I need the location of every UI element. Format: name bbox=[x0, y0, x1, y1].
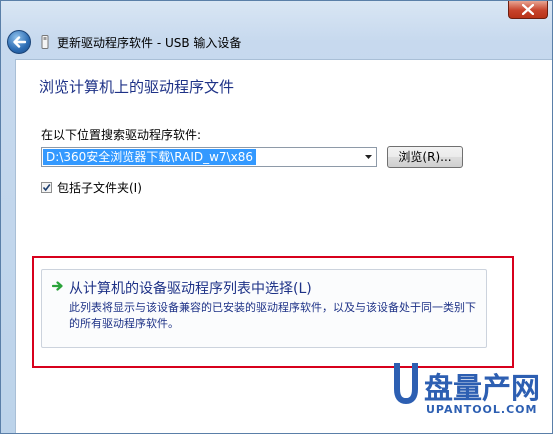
option-title[interactable]: 从计算机的设备驱动程序列表中选择(L) bbox=[69, 278, 312, 298]
chevron-down-icon[interactable] bbox=[365, 155, 372, 159]
watermark-logo: 盘量产网 UPANTOOL.COM bbox=[390, 359, 550, 429]
title-bar: 更新驱动程序软件 - USB 输入设备 bbox=[7, 29, 502, 55]
path-input-value[interactable]: D:\360安全浏览器下载\RAID_w7\x86 bbox=[43, 149, 256, 165]
include-subfolders-label: 包括子文件夹(I) bbox=[57, 181, 142, 195]
include-subfolders-checkbox[interactable] bbox=[41, 182, 52, 193]
green-arrow-icon bbox=[52, 281, 63, 291]
window-title: 更新驱动程序软件 - USB 输入设备 bbox=[57, 35, 242, 50]
close-button[interactable] bbox=[508, 1, 548, 19]
back-button[interactable] bbox=[7, 30, 31, 54]
watermark-brand-en: UPANTOOL.COM bbox=[426, 403, 538, 416]
close-icon bbox=[522, 4, 534, 15]
back-arrow-icon bbox=[13, 36, 26, 48]
usb-device-icon bbox=[41, 35, 51, 50]
pick-from-list-option[interactable]: 从计算机的设备驱动程序列表中选择(L) 此列表将显示与该设备兼容的已安装的驱动程… bbox=[41, 269, 487, 348]
dialog-window: 更新驱动程序软件 - USB 输入设备 浏览计算机上的驱动程序文件 在以下位置搜… bbox=[0, 0, 553, 434]
u-logo-icon bbox=[394, 363, 418, 405]
path-combobox[interactable]: D:\360安全浏览器下载\RAID_w7\x86 bbox=[41, 147, 377, 167]
checkmark-icon bbox=[42, 184, 51, 192]
browse-button[interactable]: 浏览(R)... bbox=[387, 146, 463, 168]
page-heading: 浏览计算机上的驱动程序文件 bbox=[39, 78, 235, 96]
include-subfolders-option[interactable]: 包括子文件夹(I) bbox=[41, 179, 142, 196]
search-location-label: 在以下位置搜索驱动程序软件: bbox=[41, 128, 202, 142]
option-description: 此列表将显示与该设备兼容的已安装的驱动程序软件，以及与该设备处于同一类别下的所有… bbox=[69, 301, 476, 330]
watermark-brand-cn: 盘量产网 bbox=[424, 371, 541, 405]
